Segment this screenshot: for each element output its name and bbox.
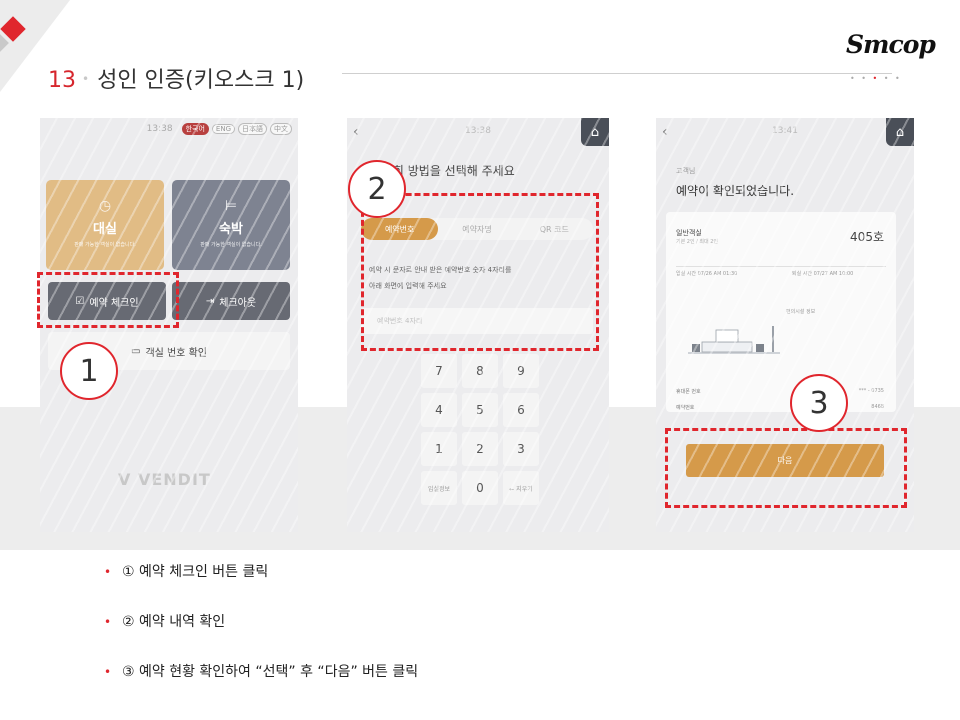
checkin-time: 입실 시간 07/26 AM 01:30 bbox=[676, 271, 738, 277]
sukbak-status: 판매 가능한 객실이 없습니다. bbox=[200, 242, 262, 248]
exit-icon: ⇥ bbox=[205, 295, 215, 307]
bed-icon: ⊨ bbox=[224, 198, 238, 214]
title-separator: • bbox=[82, 72, 90, 86]
step-marker-1: 1 bbox=[60, 342, 118, 400]
section-number: 13 bbox=[48, 68, 76, 93]
room-type: 일반객실 bbox=[676, 229, 702, 237]
room-illustration bbox=[688, 326, 780, 354]
home-icon[interactable]: ⌂ bbox=[886, 118, 914, 146]
key-0[interactable]: 0 bbox=[462, 471, 498, 505]
key-4[interactable]: 4 bbox=[421, 393, 457, 427]
confirmation-message: 예약이 확인되었습니다. bbox=[676, 184, 795, 198]
title-text: 성인 인증(키오스크 1) bbox=[97, 68, 305, 93]
key-info[interactable]: 입실정보 bbox=[421, 471, 457, 505]
daesil-title: 대실 bbox=[93, 222, 117, 237]
clock-icon: ◷ bbox=[98, 198, 112, 214]
highlight-step-1 bbox=[37, 272, 179, 328]
home-icon[interactable]: ⌂ bbox=[581, 118, 609, 146]
greeting: 고객님 bbox=[676, 167, 696, 175]
key-8[interactable]: 8 bbox=[462, 354, 498, 388]
card-divider bbox=[676, 266, 886, 267]
key-6[interactable]: 6 bbox=[503, 393, 539, 427]
phone-label: 휴대폰 번호 bbox=[676, 389, 701, 395]
step-marker-2: 2 bbox=[348, 160, 406, 218]
company-logo: Smcop bbox=[846, 30, 936, 59]
title-divider bbox=[342, 73, 892, 74]
vendit-watermark: V VENDIT bbox=[118, 470, 211, 489]
daesil-status: 판매 가능한 객실이 없습니다. bbox=[74, 242, 136, 248]
key-1[interactable]: 1 bbox=[421, 432, 457, 466]
key-3[interactable]: 3 bbox=[503, 432, 539, 466]
resv-label: 예약번호 bbox=[676, 405, 695, 411]
lang-japanese[interactable]: 日本語 bbox=[238, 123, 267, 135]
clock: 13:41 bbox=[772, 126, 798, 136]
checkout-label: 체크아웃 bbox=[219, 297, 257, 309]
daesil-tile[interactable]: ◷ 대실 판매 가능한 객실이 없습니다. bbox=[46, 180, 164, 270]
lang-korean[interactable]: 한국어 bbox=[181, 123, 209, 135]
key-5[interactable]: 5 bbox=[462, 393, 498, 427]
resv-value: 8468 bbox=[871, 404, 884, 410]
checkout-time: 퇴실 시간 07/27 AM 10:00 bbox=[792, 271, 854, 277]
lang-english[interactable]: ENG bbox=[211, 124, 235, 134]
status-bar: 13:38 한국어 ENG 日本語 中文 bbox=[147, 123, 292, 135]
key-backspace[interactable]: ← 지우기 bbox=[503, 471, 539, 505]
room-check-label: 객실 번호 확인 bbox=[145, 347, 207, 359]
key-2[interactable]: 2 bbox=[462, 432, 498, 466]
highlight-step-2 bbox=[361, 193, 599, 351]
card-icon: ▭ bbox=[130, 345, 141, 357]
clock: 13:38 bbox=[146, 124, 173, 134]
step-marker-3: 3 bbox=[790, 374, 848, 432]
pager-dots: • • • • • bbox=[850, 74, 902, 83]
instruction-1: ① 예약 체크인 버튼 클릭 bbox=[104, 560, 418, 610]
lang-chinese[interactable]: 中文 bbox=[270, 123, 292, 135]
room-capacity: 기본 2인 / 최대 2인 bbox=[676, 239, 719, 245]
page-title: 13 • 성인 인증(키오스크 1) bbox=[48, 62, 304, 94]
highlight-step-3 bbox=[665, 428, 907, 508]
instruction-2: ② 예약 내역 확인 bbox=[104, 610, 418, 660]
sukbak-title: 숙박 bbox=[219, 222, 243, 237]
step-instructions: ① 예약 체크인 버튼 클릭 ② 예약 내역 확인 ③ 예약 현황 확인하여 “… bbox=[104, 560, 418, 710]
clock: 13:38 bbox=[465, 126, 491, 136]
phone-value: *** - 0735 bbox=[858, 388, 884, 394]
checkout-button[interactable]: ⇥ 체크아웃 bbox=[172, 282, 290, 320]
key-9[interactable]: 9 bbox=[503, 354, 539, 388]
key-7[interactable]: 7 bbox=[421, 354, 457, 388]
instruction-3: ③ 예약 현황 확인하여 “선택” 후 “다음” 버튼 클릭 bbox=[104, 660, 418, 710]
facility-info: 편의시설 정보 bbox=[786, 309, 816, 315]
numeric-keypad: 7 8 9 4 5 6 1 2 3 입실정보 0 ← 지우기 bbox=[421, 354, 539, 505]
room-number: 405호 bbox=[850, 230, 884, 244]
sukbak-tile[interactable]: ⊨ 숙박 판매 가능한 객실이 없습니다. bbox=[172, 180, 290, 270]
reservation-card[interactable]: 일반객실 기본 2인 / 최대 2인 405호 입실 시간 07/26 AM 0… bbox=[666, 212, 896, 412]
